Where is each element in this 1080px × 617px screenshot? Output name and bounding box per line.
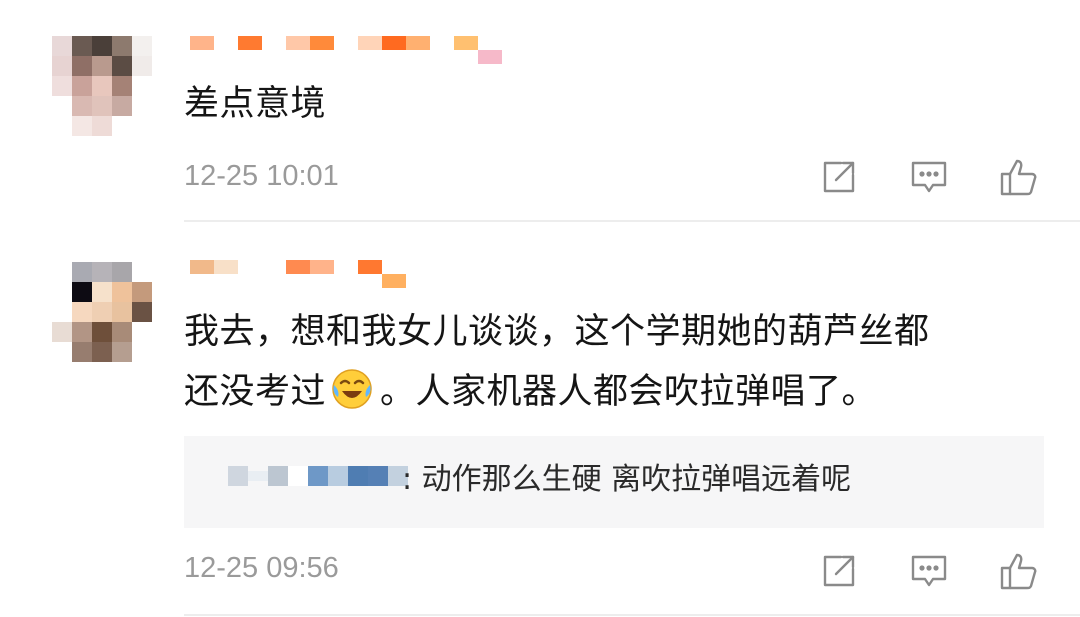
avatar[interactable] xyxy=(52,36,152,136)
comment-item: 差点意境 12-25 10:01 xyxy=(0,0,1080,222)
comment-time: 12-25 10:01 xyxy=(184,160,339,192)
username[interactable] xyxy=(190,36,502,64)
reply-text: : 动作那么生硬 离吹拉弹唱远着呢 xyxy=(402,462,852,497)
divider xyxy=(184,614,1080,616)
comment-icon[interactable] xyxy=(908,550,950,592)
comment-text-line1: 我去，想和我女儿谈谈，这个学期她的葫芦丝都 xyxy=(184,312,930,352)
laughing-crying-emoji-icon xyxy=(330,367,374,411)
reply-username[interactable] xyxy=(228,466,408,486)
share-icon[interactable] xyxy=(818,156,860,198)
comment-text-after-emoji: 。人家机器人都会吹拉弹唱了。 xyxy=(380,372,878,412)
share-icon[interactable] xyxy=(818,550,860,592)
like-icon[interactable] xyxy=(998,156,1040,198)
username[interactable] xyxy=(190,260,406,288)
comment-item: 我去，想和我女儿谈谈，这个学期她的葫芦丝都 还没考过 。人家机器人都会吹拉弹唱了… xyxy=(0,222,1080,617)
avatar[interactable] xyxy=(52,262,152,362)
comment-text-before-emoji: 还没考过 xyxy=(184,372,327,412)
comment-text-line2: 还没考过 。人家机器人都会吹拉弹唱了。 xyxy=(184,362,1044,422)
comment-text: 差点意境 xyxy=(184,84,327,124)
comment-actions xyxy=(818,156,1040,198)
comment-text: 我去，想和我女儿谈谈，这个学期她的葫芦丝都 还没考过 。人家机器人都会吹拉弹唱了… xyxy=(184,302,1044,422)
reply-preview[interactable]: : 动作那么生硬 离吹拉弹唱远着呢 xyxy=(184,436,1044,528)
like-icon[interactable] xyxy=(998,550,1040,592)
comment-actions xyxy=(818,550,1040,592)
comment-time: 12-25 09:56 xyxy=(184,552,339,584)
comment-icon[interactable] xyxy=(908,156,950,198)
